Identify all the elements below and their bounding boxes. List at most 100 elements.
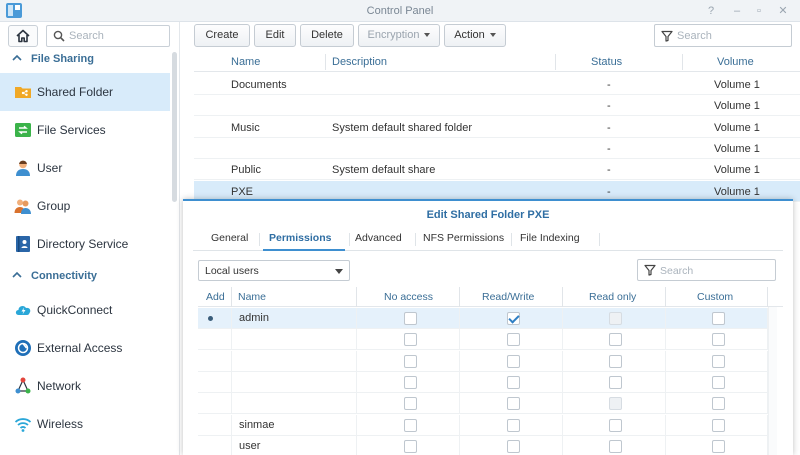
no-access-checkbox[interactable]	[404, 354, 417, 368]
tab-permissions[interactable]: Permissions	[269, 232, 331, 244]
wireless-icon	[14, 418, 32, 432]
custom-checkbox[interactable]	[712, 375, 725, 389]
column-header-read-only[interactable]: Read only	[589, 291, 636, 303]
sidebar-scrollbar[interactable]	[172, 52, 177, 202]
sidebar-item-shared-folder[interactable]: Shared Folder	[0, 73, 170, 111]
no-access-checkbox[interactable]	[404, 375, 417, 389]
minimize-icon[interactable]: –	[730, 4, 744, 18]
permission-row[interactable]: admin	[198, 308, 768, 329]
permissions-scrollbar[interactable]	[768, 307, 777, 455]
delete-button[interactable]: Delete	[300, 24, 354, 47]
sidebar-item-group[interactable]: Group	[0, 187, 170, 225]
toolbar-search-input[interactable]: Search	[654, 24, 792, 47]
column-header-read-write[interactable]: Read/Write	[482, 291, 534, 303]
sidebar-item-label: Group	[37, 199, 71, 213]
sidebar-item-quickconnect[interactable]: QuickConnect	[0, 291, 170, 329]
sidebar-item-label: User	[37, 161, 63, 175]
read-only-checkbox[interactable]	[609, 354, 622, 368]
no-access-checkbox[interactable]	[404, 418, 417, 432]
tab-general[interactable]: General	[211, 232, 248, 244]
cell-volume: Volume 1	[714, 164, 760, 177]
cell-volume: Volume 1	[714, 121, 760, 134]
read-write-checkbox[interactable]	[507, 439, 520, 453]
user-name: user	[239, 439, 261, 452]
filter-icon	[644, 264, 656, 276]
column-header-add[interactable]: Add	[206, 291, 225, 303]
toolbar-search-placeholder: Search	[677, 30, 712, 42]
table-header: Name Description Status Volume	[194, 52, 800, 72]
permission-row[interactable]: sinmae	[198, 414, 768, 436]
sidebar-item-label: Directory Service	[37, 237, 129, 251]
column-header-name[interactable]: Name	[238, 291, 266, 303]
read-only-checkbox[interactable]	[609, 333, 622, 347]
custom-checkbox[interactable]	[712, 312, 725, 325]
maximize-icon[interactable]: ▫	[752, 4, 766, 18]
section-file-sharing[interactable]: File Sharing	[0, 50, 170, 70]
sidebar-item-label: Network	[37, 379, 82, 393]
sidebar-item-directory-service[interactable]: Directory Service	[0, 225, 170, 263]
user-icon	[16, 160, 30, 176]
action-button[interactable]: Action	[444, 24, 506, 47]
table-row[interactable]: Documents - Volume 1	[194, 74, 800, 95]
custom-checkbox[interactable]	[712, 354, 725, 368]
sidebar-search-input[interactable]: Search	[46, 25, 170, 47]
no-access-checkbox[interactable]	[404, 333, 417, 347]
action-label: Action	[454, 29, 485, 41]
close-icon[interactable]: ✕	[776, 4, 790, 18]
no-access-checkbox[interactable]	[404, 439, 417, 453]
column-header-name[interactable]: Name	[231, 56, 260, 68]
read-write-checkbox[interactable]	[507, 333, 520, 347]
permissions-search-placeholder: Search	[660, 265, 694, 277]
cell-volume: Volume 1	[714, 185, 760, 198]
table-row[interactable]: - Volume 1	[194, 138, 800, 159]
custom-checkbox[interactable]	[712, 333, 725, 347]
table-row[interactable]: Public System default share - Volume 1	[194, 159, 800, 181]
column-header-custom[interactable]: Custom	[697, 291, 733, 303]
sidebar-item-user[interactable]: User	[0, 149, 170, 187]
tab-advanced[interactable]: Advanced	[355, 232, 402, 244]
column-header-status[interactable]: Status	[591, 56, 622, 68]
section-connectivity[interactable]: Connectivity	[0, 267, 170, 287]
read-write-checkbox[interactable]	[507, 418, 520, 432]
tab-file-indexing[interactable]: File Indexing	[520, 232, 580, 244]
custom-checkbox[interactable]	[712, 418, 725, 432]
read-write-checkbox[interactable]	[507, 375, 520, 389]
column-header-no-access[interactable]: No access	[384, 291, 433, 303]
help-icon[interactable]: ?	[704, 4, 718, 18]
custom-checkbox[interactable]	[712, 397, 725, 411]
permission-row[interactable]	[198, 350, 768, 372]
toolbar: Create Edit Delete Encryption Action Sea…	[186, 22, 800, 52]
tab-nfs-permissions[interactable]: NFS Permissions	[423, 232, 504, 244]
sidebar-item-network[interactable]: Network	[0, 367, 170, 405]
read-write-checkbox[interactable]	[507, 312, 520, 325]
column-header-volume[interactable]: Volume	[717, 56, 754, 68]
permissions-search-input[interactable]: Search	[637, 259, 776, 281]
cell-status: -	[607, 142, 611, 155]
read-only-checkbox[interactable]	[609, 418, 622, 432]
sidebar-item-wireless[interactable]: Wireless	[0, 405, 170, 443]
sidebar-item-file-services[interactable]: File Services	[0, 111, 170, 149]
permission-row[interactable]: user	[198, 435, 768, 455]
no-access-checkbox[interactable]	[404, 397, 417, 411]
permission-row[interactable]	[198, 371, 768, 393]
user-type-select[interactable]: Local users	[198, 260, 350, 281]
home-button[interactable]	[8, 25, 38, 47]
column-header-description[interactable]: Description	[332, 56, 387, 68]
permission-row[interactable]	[198, 393, 768, 415]
custom-checkbox[interactable]	[712, 439, 725, 453]
cell-status: -	[607, 164, 611, 177]
read-write-checkbox[interactable]	[507, 354, 520, 368]
read-only-checkbox[interactable]	[609, 375, 622, 389]
create-button[interactable]: Create	[194, 24, 250, 47]
sidebar-item-external-access[interactable]: External Access	[0, 329, 170, 367]
window-title: Control Panel	[366, 5, 434, 17]
read-write-checkbox[interactable]	[507, 397, 520, 411]
permission-row[interactable]	[198, 329, 768, 351]
read-only-checkbox[interactable]	[609, 439, 622, 453]
no-access-checkbox[interactable]	[404, 312, 417, 325]
active-tab-indicator	[263, 249, 345, 251]
table-row[interactable]: Music System default shared folder - Volume…	[194, 117, 800, 138]
encryption-button[interactable]: Encryption	[358, 24, 440, 47]
edit-button[interactable]: Edit	[254, 24, 296, 47]
table-row[interactable]: - Volume 1	[194, 95, 800, 117]
